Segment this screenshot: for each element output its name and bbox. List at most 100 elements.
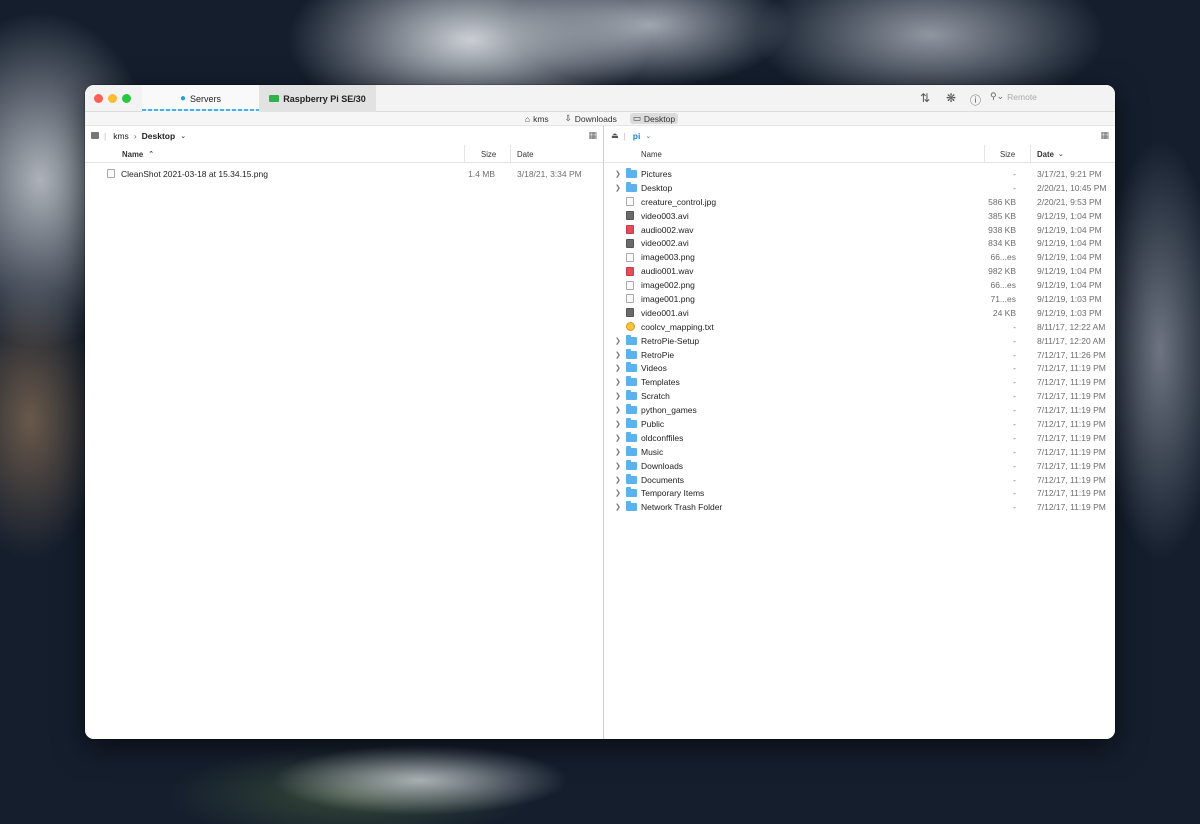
- file-row[interactable]: video001.avi 24 KB 9/12/19, 1:03 PM: [605, 306, 1115, 320]
- disclosure-chevron-icon[interactable]: ❯: [615, 403, 621, 417]
- eject-icon[interactable]: ⏏: [611, 131, 619, 140]
- file-size: 66...es: [990, 280, 1016, 291]
- file-row[interactable]: ❯ oldconffiles - 7/12/17, 11:19 PM: [605, 431, 1115, 445]
- column-name[interactable]: Name ⌃: [90, 145, 464, 163]
- crumb-label: Downloads: [574, 113, 617, 124]
- file-date: 2/20/21, 10:45 PM: [1037, 182, 1107, 193]
- file-row[interactable]: coolcv_mapping.txt - 8/11/17, 12:22 AM: [605, 320, 1115, 334]
- close-button[interactable]: [94, 94, 103, 103]
- file-name: Music: [641, 446, 664, 457]
- file-row[interactable]: ❯ python_games - 7/12/17, 11:19 PM: [605, 403, 1115, 417]
- file-size: 938 KB: [988, 224, 1016, 235]
- file-name: audio001.wav: [641, 266, 694, 277]
- file-row[interactable]: creature_control.jpg 586 KB 2/20/21, 9:53 …: [605, 195, 1115, 209]
- file-row[interactable]: ❯ RetroPie - 7/12/17, 11:26 PM: [605, 348, 1115, 362]
- crumb-desktop[interactable]: ▭ Desktop: [629, 113, 679, 124]
- file-row[interactable]: image003.png 66...es 9/12/19, 1:04 PM: [605, 250, 1115, 264]
- disclosure-chevron-icon[interactable]: ❯: [615, 459, 621, 473]
- disclosure-chevron-icon[interactable]: ❯: [615, 361, 621, 375]
- path-desktop[interactable]: Desktop: [142, 131, 176, 141]
- disclosure-chevron-icon[interactable]: ❯: [615, 181, 621, 195]
- file-size: 71...es: [990, 293, 1016, 304]
- disclosure-chevron-icon[interactable]: ❯: [615, 445, 621, 459]
- crumb-kms[interactable]: ⌂ kms: [522, 114, 552, 124]
- file-row[interactable]: ❯ Desktop - 2/20/21, 10:45 PM: [605, 181, 1115, 195]
- file-row[interactable]: ❯ Music - 7/12/17, 11:19 PM: [605, 445, 1115, 459]
- local-file-list: CleanShot 2021-03-18 at 15.34.15.png 1.4 …: [85, 163, 603, 181]
- file-date: 7/12/17, 11:19 PM: [1037, 405, 1106, 416]
- disclosure-chevron-icon[interactable]: ❯: [615, 348, 621, 362]
- view-grid-icon[interactable]: ▦: [1100, 130, 1109, 141]
- sort-arrows-icon[interactable]: ⇅: [920, 91, 930, 105]
- file-row[interactable]: ❯ Downloads - 7/12/17, 11:19 PM: [605, 459, 1115, 473]
- file-row[interactable]: image002.png 66...es 9/12/19, 1:04 PM: [605, 278, 1115, 292]
- minimize-button[interactable]: [108, 94, 117, 103]
- zoom-button[interactable]: [122, 94, 131, 103]
- file-icon-cell: [626, 264, 634, 278]
- file-row[interactable]: ❯ Pictures - 3/17/21, 9:21 PM: [605, 167, 1115, 181]
- file-size: -: [1013, 474, 1016, 485]
- file-row[interactable]: ❯ RetroPie-Setup - 8/11/17, 12:20 AM: [605, 334, 1115, 348]
- file-row[interactable]: ❯ Videos - 7/12/17, 11:19 PM: [605, 361, 1115, 375]
- file-row[interactable]: image001.png 71...es 9/12/19, 1:03 PM: [605, 292, 1115, 306]
- folder-icon: [626, 404, 637, 415]
- file-name: Templates: [641, 377, 680, 388]
- disclosure-chevron-icon[interactable]: ❯: [615, 334, 621, 348]
- chevron-down-icon[interactable]: ⌄: [645, 132, 651, 140]
- file-size: -: [1013, 432, 1016, 443]
- tab-raspberry-pi[interactable]: Raspberry Pi SE/30: [259, 85, 376, 112]
- disclosure-chevron-icon[interactable]: ❯: [615, 486, 621, 500]
- column-date[interactable]: Date ⌄: [1030, 145, 1115, 163]
- file-icon-cell: [626, 486, 637, 500]
- disclosure-chevron-icon[interactable]: ❯: [615, 375, 621, 389]
- column-name-label: Name: [122, 149, 144, 159]
- drive-icon[interactable]: [91, 132, 99, 139]
- file-date: 3/17/21, 9:21 PM: [1037, 168, 1102, 179]
- file-row[interactable]: video003.avi 385 KB 9/12/19, 1:04 PM: [605, 209, 1115, 223]
- video-file-icon: [626, 211, 634, 221]
- column-date[interactable]: Date: [510, 145, 604, 163]
- folder-icon: [626, 362, 637, 373]
- file-size: -: [1013, 391, 1016, 402]
- remote-location-bar: ⏏ | pi ⌄ ▦: [605, 126, 1115, 145]
- file-row[interactable]: audio002.wav 938 KB 9/12/19, 1:04 PM: [605, 223, 1115, 237]
- chevron-down-icon[interactable]: ⌄: [180, 132, 186, 140]
- folder-icon: [626, 348, 637, 359]
- file-row[interactable]: ❯ Scratch - 7/12/17, 11:19 PM: [605, 389, 1115, 403]
- path-kms[interactable]: kms: [113, 131, 129, 141]
- video-file-icon: [626, 238, 634, 248]
- file-name: Videos: [641, 363, 667, 374]
- local-column-header: Name ⌃ Size Date: [85, 145, 603, 163]
- search-field[interactable]: ⚲⌄ Remote: [990, 91, 1037, 102]
- file-row[interactable]: ❯ Templates - 7/12/17, 11:19 PM: [605, 375, 1115, 389]
- view-grid-icon[interactable]: ▦: [588, 130, 597, 141]
- sync-icon[interactable]: ❋: [946, 91, 956, 105]
- column-size[interactable]: Size: [984, 145, 1030, 163]
- disclosure-chevron-icon[interactable]: ❯: [615, 500, 621, 514]
- file-row[interactable]: ❯ Documents - 7/12/17, 11:19 PM: [605, 473, 1115, 487]
- path-pi[interactable]: pi: [633, 131, 641, 141]
- disclosure-chevron-icon[interactable]: ❯: [615, 473, 621, 487]
- file-icon-cell: [626, 292, 634, 306]
- file-row[interactable]: video002.avi 834 KB 9/12/19, 1:04 PM: [605, 236, 1115, 250]
- column-name[interactable]: Name: [610, 145, 984, 163]
- disclosure-chevron-icon[interactable]: ❯: [615, 431, 621, 445]
- file-row[interactable]: CleanShot 2021-03-18 at 15.34.15.png 1.4 …: [85, 167, 603, 181]
- file-name: video002.avi: [641, 238, 689, 249]
- audio-file-icon: [626, 266, 634, 276]
- file-row[interactable]: ❯ Public - 7/12/17, 11:19 PM: [605, 417, 1115, 431]
- column-size[interactable]: Size: [464, 145, 510, 163]
- disclosure-chevron-icon[interactable]: ❯: [615, 417, 621, 431]
- file-size: -: [1013, 488, 1016, 499]
- file-row[interactable]: ❯ Temporary Items - 7/12/17, 11:19 PM: [605, 486, 1115, 500]
- file-icon-cell: [626, 306, 634, 320]
- tab-servers[interactable]: ● Servers: [142, 85, 259, 112]
- info-icon[interactable]: ⓘ: [970, 92, 981, 108]
- disclosure-chevron-icon[interactable]: ❯: [615, 167, 621, 181]
- disclosure-chevron-icon[interactable]: ❯: [615, 389, 621, 403]
- file-row[interactable]: audio001.wav 982 KB 9/12/19, 1:04 PM: [605, 264, 1115, 278]
- file-row[interactable]: ❯ Network Trash Folder - 7/12/17, 11:19 PM: [605, 500, 1115, 514]
- file-name: Documents: [641, 474, 684, 485]
- monitor-icon: [269, 95, 280, 102]
- crumb-downloads[interactable]: ⇩ Downloads: [562, 113, 620, 124]
